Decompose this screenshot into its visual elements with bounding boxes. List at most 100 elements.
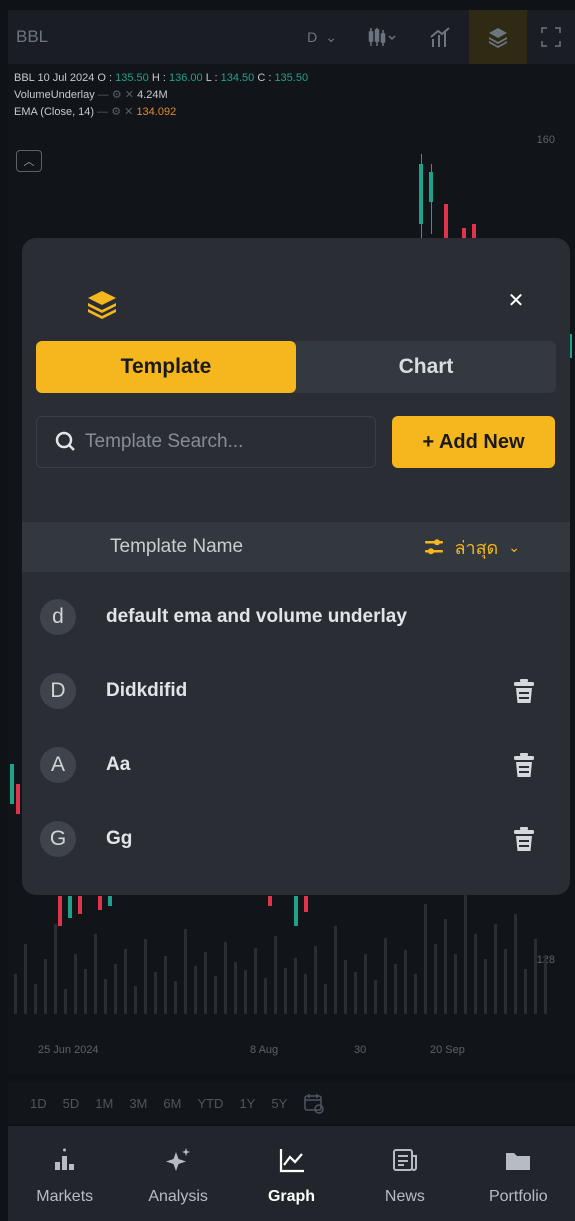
avatar: d (40, 599, 76, 635)
volume-bar (94, 934, 97, 1014)
volume-bar (424, 904, 427, 1014)
candle (419, 164, 423, 224)
calendar-icon[interactable] (303, 1092, 325, 1114)
volume-bar (224, 942, 227, 1014)
avatar: G (40, 821, 76, 857)
volume-bar (134, 986, 137, 1014)
gear-icon[interactable]: ⚙ (111, 106, 121, 118)
volume-bar (314, 946, 317, 1014)
volume-bar (274, 936, 277, 1014)
nav-news[interactable]: News (348, 1126, 461, 1221)
volume-legend-line: VolumeUnderlay — ⚙ ✕ 4.24M (14, 89, 168, 101)
x-tick: 20 Sep (430, 1044, 465, 1056)
template-row[interactable]: d default ema and volume underlay (22, 580, 570, 654)
volume-bar (194, 966, 197, 1014)
range-1y[interactable]: 1Y (239, 1096, 255, 1111)
news-icon (392, 1149, 417, 1171)
volume-bar (294, 958, 297, 1014)
fullscreen-button[interactable] (527, 10, 575, 64)
range-1m[interactable]: 1M (95, 1096, 113, 1111)
volume-bar (214, 976, 217, 1014)
templates-button[interactable] (469, 10, 527, 64)
add-new-button[interactable]: + Add New (392, 416, 555, 468)
range-3m[interactable]: 3M (129, 1096, 147, 1111)
x-tick: 30 (354, 1044, 367, 1056)
template-name: default ema and volume underlay (106, 606, 407, 627)
trash-icon[interactable] (512, 752, 536, 778)
volume-bar (14, 974, 17, 1014)
volume-bar (484, 959, 487, 1014)
volume-bar (404, 950, 407, 1014)
range-selector: 1D 5D 1M 3M 6M YTD 1Y 5Y (8, 1082, 575, 1124)
chart-type-button[interactable] (353, 10, 411, 64)
volume-bar (474, 934, 477, 1014)
volume-bar (544, 956, 547, 1014)
template-row[interactable]: G Gg (22, 802, 570, 876)
volume-bar (444, 919, 447, 1014)
template-search[interactable] (36, 416, 376, 468)
volume-bar (284, 968, 287, 1014)
sort-icon (425, 539, 444, 555)
volume-bar (64, 989, 67, 1014)
layers-icon (489, 28, 507, 48)
nav-graph[interactable]: Graph (235, 1126, 348, 1221)
candle (268, 896, 272, 906)
template-row[interactable]: A Aa (22, 728, 570, 802)
close-icon[interactable]: ✕ (125, 89, 134, 101)
collapse-legend-button[interactable]: ︿ (16, 150, 42, 172)
indicators-button[interactable] (411, 10, 469, 64)
close-button[interactable]: ✕ (504, 288, 528, 312)
chevron-down-icon: ⌄ (508, 538, 520, 555)
interval-label: D (307, 29, 318, 45)
volume-bar (494, 924, 497, 1014)
candle (108, 896, 112, 906)
avatar: A (40, 747, 76, 783)
volume-bar (184, 929, 187, 1014)
interval-selector[interactable]: D ⌄ (291, 10, 353, 64)
candle (294, 896, 298, 926)
volume-bar (124, 949, 127, 1014)
symbol-label[interactable]: BBL (16, 27, 291, 47)
volume-bar (104, 979, 107, 1014)
candle (58, 896, 62, 926)
volume-bar (264, 978, 267, 1014)
modal-tabs: Template Chart (36, 341, 556, 393)
nav-analysis[interactable]: Analysis (121, 1126, 234, 1221)
gear-icon[interactable]: ⚙ (112, 89, 122, 101)
volume-bar (24, 944, 27, 1014)
volume-bar (464, 894, 467, 1014)
nav-markets[interactable]: Markets (8, 1126, 121, 1221)
range-ytd[interactable]: YTD (197, 1096, 223, 1111)
range-5y[interactable]: 5Y (271, 1096, 287, 1111)
volume-bar (514, 914, 517, 1014)
range-1d[interactable]: 1D (30, 1096, 47, 1111)
trash-icon[interactable] (512, 678, 536, 704)
trash-icon[interactable] (512, 826, 536, 852)
candle (16, 784, 20, 814)
range-5d[interactable]: 5D (63, 1096, 80, 1111)
template-name: Didkdifid (106, 680, 188, 701)
volume-bar (254, 948, 257, 1014)
close-icon[interactable]: ✕ (124, 106, 133, 118)
template-row[interactable]: D Didkdifid (22, 654, 570, 728)
tab-chart[interactable]: Chart (296, 341, 556, 393)
volume-bar (414, 974, 417, 1014)
volume-bar (164, 956, 167, 1014)
volume-bar (144, 939, 147, 1014)
tab-template[interactable]: Template (36, 341, 296, 393)
sort-button[interactable]: ล่าสุด ⌄ (424, 533, 520, 562)
chart-toolbar: BBL D ⌄ (8, 10, 575, 64)
search-input[interactable] (85, 431, 345, 453)
template-name: Gg (106, 828, 133, 849)
range-6m[interactable]: 6M (163, 1096, 181, 1111)
expand-icon (541, 27, 561, 47)
volume-bar (344, 960, 347, 1014)
avatar: D (40, 673, 76, 709)
volume-bar (204, 952, 207, 1014)
nav-portfolio[interactable]: Portfolio (462, 1126, 575, 1221)
volume-bar (84, 969, 87, 1014)
volume-bar (434, 944, 437, 1014)
volume-bar (174, 981, 177, 1014)
volume-bar (244, 970, 247, 1014)
volume-bar (324, 984, 327, 1014)
